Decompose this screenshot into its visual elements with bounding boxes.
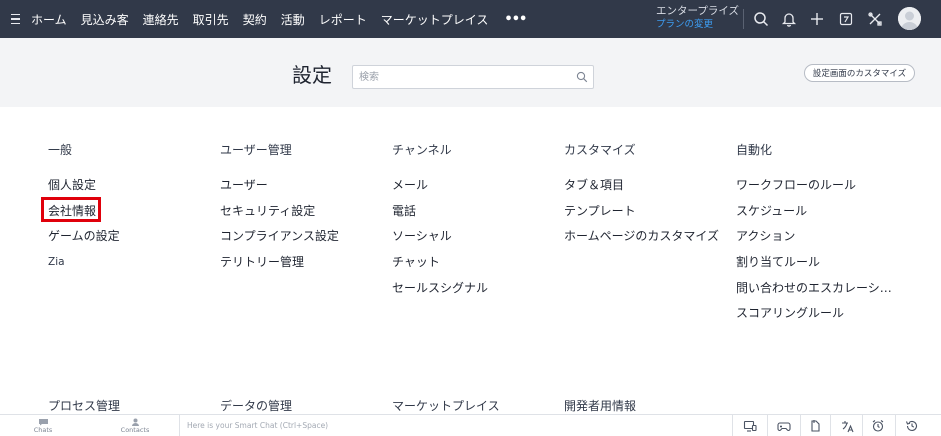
smart-chat-bar[interactable] (179, 415, 733, 436)
search-input-icon (576, 71, 588, 83)
setting-actions[interactable]: アクション (736, 228, 892, 254)
section-title-general: 一般 (48, 143, 73, 157)
plan-info: エンタープライズ プランの変更 (656, 4, 740, 31)
customize-settings-button[interactable]: 設定画面のカスタマイズ (804, 64, 915, 82)
nav-item-activities[interactable]: 活動 (281, 11, 305, 28)
company-info-highlight (41, 197, 101, 222)
nav-item-home[interactable]: ホーム (31, 11, 67, 28)
bottombar-divider (830, 415, 831, 436)
section-title-automation: 自動化 (736, 143, 773, 157)
setting-salessignals[interactable]: セールスシグナル (392, 280, 488, 306)
page-title: 設定 (292, 63, 332, 87)
search-icon[interactable] (751, 9, 771, 29)
chats-label: Chats (33, 426, 53, 434)
section-title-marketplace: マーケットプレイス (392, 399, 500, 413)
settings-page: ホーム 見込み客 連絡先 取引先 契約 活動 レポート マーケットプレイス ••… (0, 0, 941, 436)
setting-chat[interactable]: チャット (392, 254, 488, 280)
top-navigation-bar: ホーム 見込み客 連絡先 取引先 契約 活動 レポート マーケットプレイス ••… (0, 0, 941, 38)
hamburger-menu-icon[interactable] (4, 0, 26, 38)
section-title-developer-space: 開発者用情報 (564, 399, 637, 413)
section-title-data-administration: データの管理 (220, 399, 293, 413)
bell-icon[interactable] (779, 9, 799, 29)
chat-icon (38, 419, 48, 426)
setting-case-escalation[interactable]: 問い合わせのエスカレーシ… (736, 280, 892, 306)
setting-territory[interactable]: テリトリー管理 (220, 254, 339, 280)
chats-tab[interactable]: Chats (23, 416, 63, 436)
contacts-label: Contacts (120, 426, 150, 434)
bottombar-divider (895, 415, 896, 436)
bottom-bar: Chats Contacts (0, 414, 941, 436)
nav-item-accounts[interactable]: 取引先 (193, 11, 229, 28)
topbar-divider (743, 9, 744, 29)
contact-icon (131, 418, 139, 426)
bottombar-divider (767, 415, 768, 436)
nav-item-leads[interactable]: 見込み客 (81, 11, 129, 28)
change-plan-link[interactable]: プランの変更 (656, 18, 740, 31)
settings-search[interactable] (352, 65, 594, 89)
section-user-management: ユーザー管理 ユーザー セキュリティ設定 コンプライアンス設定 テリトリー管理 (220, 142, 339, 280)
setting-phone[interactable]: 電話 (392, 203, 488, 229)
setting-workflow-rules[interactable]: ワークフローのルール (736, 177, 892, 203)
nav-item-deals[interactable]: 契約 (243, 11, 267, 28)
contacts-tab[interactable]: Contacts (115, 416, 155, 436)
nav-item-contacts[interactable]: 連絡先 (143, 11, 179, 28)
smart-chat-input[interactable] (187, 419, 707, 432)
language-icon[interactable] (839, 418, 855, 434)
plus-icon[interactable] (807, 9, 827, 29)
setting-templates[interactable]: テンプレート (564, 203, 719, 229)
section-title-user-management: ユーザー管理 (220, 143, 292, 157)
setting-tabs-fields[interactable]: タブ＆項目 (564, 177, 719, 203)
setting-security[interactable]: セキュリティ設定 (220, 203, 339, 229)
nav-item-marketplace[interactable]: マーケットプレイス (381, 11, 489, 28)
section-customization: カスタマイズ タブ＆項目 テンプレート ホームページのカスタマイズ (564, 142, 719, 254)
setting-schedules[interactable]: スケジュール (736, 203, 892, 229)
section-channels: チャンネル メール 電話 ソーシャル チャット セールスシグナル (392, 142, 488, 305)
screen-share-icon[interactable] (742, 418, 758, 434)
tools-icon[interactable] (865, 9, 885, 29)
user-avatar[interactable] (898, 7, 921, 30)
section-title-channels: チャンネル (392, 143, 452, 157)
search-input[interactable] (359, 69, 574, 85)
alarm-clock-icon[interactable] (870, 418, 886, 434)
section-automation: 自動化 ワークフローのルール スケジュール アクション 割り当てルール 問い合わ… (736, 142, 892, 331)
section-title-customization: カスタマイズ (564, 143, 636, 157)
bottombar-divider (862, 415, 863, 436)
setting-scoring-rules[interactable]: スコアリングルール (736, 305, 892, 331)
main-nav: ホーム 見込み客 連絡先 取引先 契約 活動 レポート マーケットプレイス ••… (31, 0, 527, 38)
setting-compliance[interactable]: コンプライアンス設定 (220, 228, 339, 254)
settings-header: 設定 設定画面のカスタマイズ (0, 38, 941, 107)
section-title-process-management: プロセス管理 (48, 399, 121, 413)
history-icon[interactable] (904, 418, 920, 434)
setting-zia[interactable]: Zia (48, 254, 120, 280)
setting-email[interactable]: メール (392, 177, 488, 203)
setting-social[interactable]: ソーシャル (392, 228, 488, 254)
setting-users[interactable]: ユーザー (220, 177, 339, 203)
nav-item-reports[interactable]: レポート (319, 11, 367, 28)
setting-gamescope[interactable]: ゲームの設定 (48, 228, 120, 254)
calendar-icon[interactable] (836, 9, 856, 29)
nav-more-button[interactable]: ••• (504, 12, 527, 27)
notes-icon[interactable] (807, 418, 823, 434)
setting-home-customization[interactable]: ホームページのカスタマイズ (564, 228, 719, 254)
plan-name: エンタープライズ (656, 5, 740, 17)
gamepad-icon[interactable] (776, 418, 792, 434)
setting-assignment-rules[interactable]: 割り当てルール (736, 254, 892, 280)
bottombar-divider (800, 415, 801, 436)
